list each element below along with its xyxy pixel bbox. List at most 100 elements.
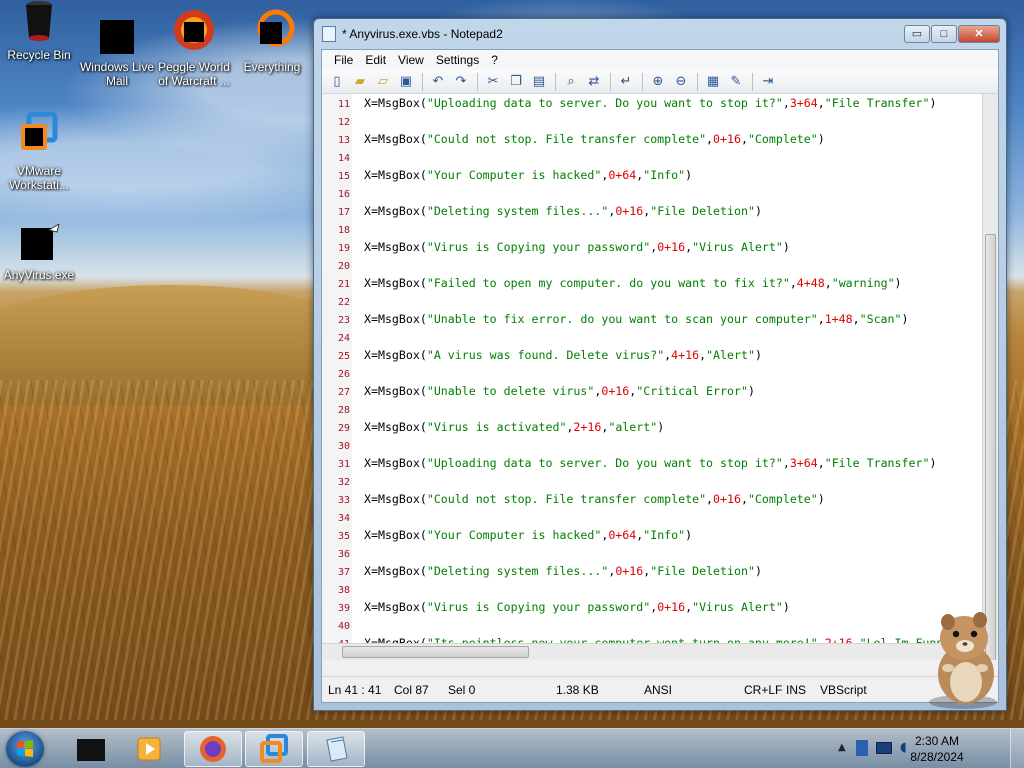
menu-help[interactable]: ? xyxy=(485,53,504,67)
vertical-scrollbar[interactable] xyxy=(982,94,998,660)
zoom-out-icon[interactable]: ⊖ xyxy=(670,72,692,92)
code-line[interactable]: 28 xyxy=(322,400,998,418)
desktop-icon-label: Everything xyxy=(243,60,301,74)
code-line[interactable]: 19 X=MsgBox("Virus is Copying your passwo… xyxy=(322,238,998,256)
code-line[interactable]: 25 X=MsgBox("A virus was found. Delete vi… xyxy=(322,346,998,364)
status-line-ending[interactable]: CR+LF xyxy=(744,683,782,697)
zoom-in-icon[interactable]: ⊕ xyxy=(647,72,669,92)
maximize-button[interactable]: □ xyxy=(931,25,957,43)
taskbar-notepad2[interactable] xyxy=(307,731,365,767)
status-size: 1.38 KB xyxy=(556,683,599,697)
taskbar-media-player[interactable] xyxy=(120,731,178,767)
horizontal-scrollbar[interactable] xyxy=(322,643,982,660)
code-line[interactable]: 22 xyxy=(322,292,998,310)
taskbar-firefox[interactable] xyxy=(184,731,242,767)
black-box-icon xyxy=(77,739,105,761)
copy-icon[interactable]: ❐ xyxy=(505,72,527,92)
scheme-icon[interactable]: ▦ xyxy=(702,72,724,92)
status-lexer[interactable]: VBScript xyxy=(820,683,867,697)
code-line[interactable]: 35 X=MsgBox("Your Computer is hacked",0+6… xyxy=(322,526,998,544)
code-line[interactable]: 39 X=MsgBox("Virus is Copying your passwo… xyxy=(322,598,998,616)
code-line[interactable]: 12 xyxy=(322,112,998,130)
vertical-scroll-thumb[interactable] xyxy=(985,234,996,660)
open-icon[interactable]: ▰ xyxy=(349,72,371,92)
menu-edit[interactable]: Edit xyxy=(359,53,392,67)
code-line[interactable]: 38 xyxy=(322,580,998,598)
code-text: X=MsgBox("Your Computer is hacked",0+64,… xyxy=(364,528,693,542)
code-text: X=MsgBox("Your Computer is hacked",0+64,… xyxy=(364,168,693,182)
code-line[interactable]: 34 xyxy=(322,508,998,526)
peggle-icon xyxy=(174,8,214,56)
status-encoding[interactable]: ANSI xyxy=(644,683,672,697)
vmware-icon xyxy=(260,734,288,763)
find-icon[interactable]: ⌕ xyxy=(560,72,582,92)
desktop-icon-everything[interactable]: Everything xyxy=(233,8,311,74)
code-text: X=MsgBox("Unable to delete virus",0+16,"… xyxy=(364,384,755,398)
code-line[interactable]: 21 X=MsgBox("Failed to open my computer. … xyxy=(322,274,998,292)
desktop-icon-windows-live-mail[interactable]: Windows Live Mail xyxy=(78,20,156,88)
code-line[interactable]: 30 xyxy=(322,436,998,454)
code-line[interactable]: 24 xyxy=(322,328,998,346)
wordwrap-icon[interactable]: ↵ xyxy=(615,72,637,92)
hamster-mascot-image xyxy=(918,604,1008,710)
code-editor[interactable]: 11 X=MsgBox("Uploading data to server. Do… xyxy=(322,94,998,660)
code-text: X=MsgBox("Virus is Copying your password… xyxy=(364,600,790,614)
code-line[interactable]: 18 xyxy=(322,220,998,238)
minimize-button[interactable]: ▭ xyxy=(904,25,930,43)
show-desktop-button[interactable] xyxy=(1010,729,1024,768)
code-line[interactable]: 26 xyxy=(322,364,998,382)
menu-view[interactable]: View xyxy=(392,53,430,67)
search-everything-icon xyxy=(254,8,295,56)
tray-expand-icon[interactable]: ▲ xyxy=(838,742,846,753)
start-button[interactable] xyxy=(6,731,44,767)
code-line[interactable]: 16 xyxy=(322,184,998,202)
redo-icon[interactable]: ↷ xyxy=(450,72,472,92)
media-player-icon xyxy=(137,737,161,761)
desktop-icon-recycle-bin[interactable]: Recycle Bin xyxy=(0,1,78,62)
paste-icon[interactable]: ▤ xyxy=(528,72,550,92)
replace-icon[interactable]: ⇄ xyxy=(583,72,605,92)
code-line[interactable]: 36 xyxy=(322,544,998,562)
code-line[interactable]: 11 X=MsgBox("Uploading data to server. Do… xyxy=(322,94,998,112)
script-file-icon xyxy=(21,222,60,264)
taskbar-vmware[interactable] xyxy=(245,731,303,767)
horizontal-scroll-thumb[interactable] xyxy=(342,646,529,658)
code-line[interactable]: 17 X=MsgBox("Deleting system files...",0+… xyxy=(322,202,998,220)
code-line[interactable]: 27 X=MsgBox("Unable to delete virus",0+16… xyxy=(322,382,998,400)
code-line[interactable]: 37 X=MsgBox("Deleting system files...",0+… xyxy=(322,562,998,580)
code-line[interactable]: 23 X=MsgBox("Unable to fix error. do you … xyxy=(322,310,998,328)
menu-file[interactable]: File xyxy=(328,53,359,67)
desktop-icon-vmware[interactable]: VMware Workstati... xyxy=(0,111,78,192)
code-line[interactable]: 29 X=MsgBox("Virus is activated",2+16,"al… xyxy=(322,418,998,436)
desktop-icon-label: AnyVirus.exe xyxy=(3,268,75,282)
code-line[interactable]: 40 xyxy=(322,616,998,634)
code-text: X=MsgBox("Virus is Copying your password… xyxy=(364,240,790,254)
code-line[interactable]: 31 X=MsgBox("Uploading data to server. Do… xyxy=(322,454,998,472)
save-icon[interactable]: ▣ xyxy=(395,72,417,92)
code-text: X=MsgBox("Uploading data to server. Do y… xyxy=(364,456,937,470)
code-line[interactable]: 20 xyxy=(322,256,998,274)
code-line[interactable]: 15 X=MsgBox("Your Computer is hacked",0+6… xyxy=(322,166,998,184)
status-position: Ln 41 : 41 xyxy=(328,683,382,697)
undo-icon[interactable]: ↶ xyxy=(427,72,449,92)
desktop-icon-peggle[interactable]: Peggle World of Warcraft ... xyxy=(155,8,233,88)
window-titlebar[interactable]: * Anyvirus.exe.vbs - Notepad2 ▭ □ ✕ xyxy=(314,19,1006,49)
settings-icon[interactable]: ✎ xyxy=(725,72,747,92)
menu-settings[interactable]: Settings xyxy=(430,53,485,67)
code-line[interactable]: 32 xyxy=(322,472,998,490)
notepad-icon xyxy=(322,26,336,42)
code-line[interactable]: 14 xyxy=(322,148,998,166)
desktop-icon-anyvirus[interactable]: AnyVirus.exe xyxy=(0,222,78,282)
taskbar-app-1[interactable] xyxy=(62,731,120,767)
tray-app-icon[interactable] xyxy=(856,740,868,756)
network-icon[interactable] xyxy=(876,742,892,754)
browse-icon[interactable]: ▱ xyxy=(372,72,394,92)
firefox-icon xyxy=(200,736,226,762)
code-line[interactable]: 13 X=MsgBox("Could not stop. File transfe… xyxy=(322,130,998,148)
new-icon[interactable]: ▯ xyxy=(326,72,348,92)
exit-icon[interactable]: ⇥ xyxy=(757,72,779,92)
close-button[interactable]: ✕ xyxy=(958,25,1000,43)
cut-icon[interactable]: ✂ xyxy=(482,72,504,92)
code-line[interactable]: 33 X=MsgBox("Could not stop. File transfe… xyxy=(322,490,998,508)
taskbar-clock[interactable]: 2:30 AM 8/28/2024 xyxy=(902,733,972,765)
